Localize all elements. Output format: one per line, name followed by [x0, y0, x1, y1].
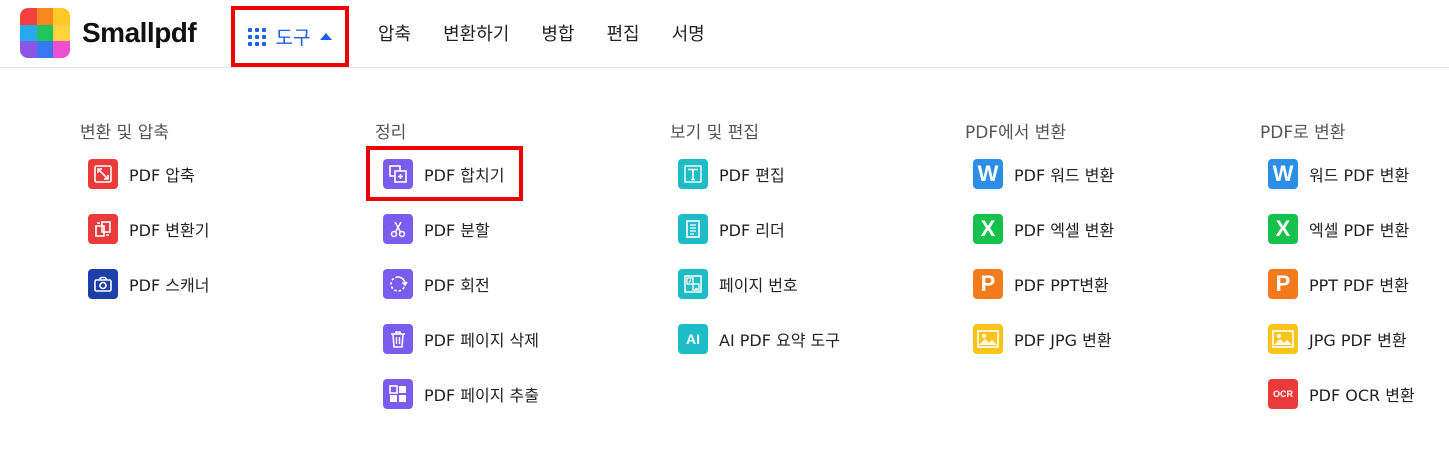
- word-icon-text: W: [1272, 161, 1294, 186]
- compress-icon: [88, 159, 118, 189]
- ppt-icon: P: [1268, 269, 1298, 299]
- image-icon: [1268, 324, 1298, 354]
- image-icon: [973, 324, 1003, 354]
- nav-merge[interactable]: 병합: [541, 20, 574, 46]
- tool-label: PDF 편집: [719, 166, 785, 185]
- column-title: 정리: [375, 123, 407, 143]
- tool-label: PDF JPG 변환: [1014, 331, 1112, 350]
- document-icon: [678, 214, 708, 244]
- tool-ai-pdf-summarizer[interactable]: AI AI PDF 요약 도구: [678, 324, 840, 354]
- smallpdf-logo[interactable]: Smallpdf: [20, 8, 197, 58]
- tool-label: PDF 분할: [424, 221, 490, 240]
- tool-pdf-to-jpg[interactable]: PDF JPG 변환: [973, 324, 1112, 354]
- top-navigation-bar: Smallpdf 도구 압축 변환하기 병합 편집 서명: [0, 0, 1449, 68]
- tool-label: PDF 엑셀 변환: [1014, 221, 1115, 240]
- tool-label: 페이지 번호: [719, 276, 798, 295]
- tool-label: JPG PDF 변환: [1309, 331, 1407, 350]
- rotate-icon: [383, 269, 413, 299]
- ai-icon-text: AI: [686, 331, 700, 347]
- tool-pdf-reader[interactable]: PDF 리더: [678, 214, 785, 244]
- text-edit-icon: [678, 159, 708, 189]
- tool-label: PPT PDF 변환: [1309, 276, 1409, 295]
- page-number-icon: [678, 269, 708, 299]
- column-title: PDF에서 변환: [965, 123, 1067, 143]
- tool-pdf-to-ppt[interactable]: P PDF PPT변환: [973, 269, 1109, 299]
- tool-label: PDF PPT변환: [1014, 276, 1109, 295]
- tool-word-to-pdf[interactable]: W 워드 PDF 변환: [1268, 159, 1409, 189]
- tool-pdf-rotate[interactable]: PDF 회전: [383, 269, 490, 299]
- tool-label: PDF 합치기: [424, 166, 505, 185]
- column-title: PDF로 변환: [1260, 123, 1346, 143]
- tool-jpg-to-pdf[interactable]: JPG PDF 변환: [1268, 324, 1407, 354]
- tool-pdf-to-excel[interactable]: X PDF 엑셀 변환: [973, 214, 1114, 244]
- column-view-edit: 보기 및 편집 PDF 편집 PDF 리더 페이지 번호 AI AI PDF 요…: [670, 118, 930, 354]
- nav-convert[interactable]: 변환하기: [443, 20, 509, 46]
- nav-sign[interactable]: 서명: [672, 20, 705, 46]
- word-icon: W: [973, 159, 1003, 189]
- tool-pdf-compress[interactable]: PDF 압축: [88, 159, 195, 189]
- tool-pdf-to-word[interactable]: W PDF 워드 변환: [973, 159, 1114, 189]
- logo-mark-icon: [20, 8, 70, 58]
- tool-page-numbers[interactable]: 페이지 번호: [678, 269, 798, 299]
- tool-label: 엑셀 PDF 변환: [1309, 221, 1410, 240]
- scissors-icon: [383, 214, 413, 244]
- column-title: 변환 및 압축: [80, 123, 170, 143]
- tool-label: PDF 리더: [719, 221, 785, 240]
- word-icon: W: [1268, 159, 1298, 189]
- ppt-icon-text: P: [980, 271, 996, 296]
- tool-label: PDF 회전: [424, 276, 490, 295]
- column-title: 보기 및 편집: [670, 123, 760, 143]
- tool-pdf-delete-pages[interactable]: PDF 페이지 삭제: [383, 324, 539, 354]
- ppt-icon: P: [973, 269, 1003, 299]
- trash-icon: [383, 324, 413, 354]
- tool-label: PDF 변환기: [129, 221, 210, 240]
- tool-pdf-edit[interactable]: PDF 편집: [678, 159, 785, 189]
- excel-icon: X: [1268, 214, 1298, 244]
- excel-icon-text: X: [1275, 216, 1291, 241]
- tool-pdf-scanner[interactable]: PDF 스캐너: [88, 269, 209, 299]
- ppt-icon-text: P: [1275, 271, 1291, 296]
- column-convert-from-pdf: PDF에서 변환 W PDF 워드 변환 X PDF 엑셀 변환 P PDF P…: [965, 118, 1225, 354]
- camera-icon: [88, 269, 118, 299]
- tool-ppt-to-pdf[interactable]: P PPT PDF 변환: [1268, 269, 1409, 299]
- tool-label: PDF 스캐너: [129, 276, 210, 295]
- brand-name: Smallpdf: [82, 17, 197, 48]
- tool-excel-to-pdf[interactable]: X 엑셀 PDF 변환: [1268, 214, 1409, 244]
- excel-icon-text: X: [980, 216, 996, 241]
- tool-label: 워드 PDF 변환: [1309, 166, 1410, 185]
- tool-label: PDF 압축: [129, 166, 195, 185]
- tool-pdf-merge[interactable]: PDF 합치기: [383, 159, 504, 189]
- merge-icon: [383, 159, 413, 189]
- column-convert-compress: 변환 및 압축 PDF 압축 PDF 변환기 PDF 스캐너: [80, 118, 340, 299]
- ocr-icon-text: OCR: [1273, 388, 1293, 399]
- tool-pdf-ocr[interactable]: OCR PDF OCR 변환: [1268, 379, 1415, 409]
- convert-icon: [88, 214, 118, 244]
- tool-label: PDF 페이지 삭제: [424, 331, 539, 350]
- caret-up-icon: [320, 33, 333, 40]
- nav-compress[interactable]: 압축: [378, 20, 411, 46]
- grid-dots-icon: [247, 27, 266, 46]
- tool-label: PDF OCR 변환: [1309, 386, 1415, 405]
- column-organize: 정리 PDF 합치기 PDF 분할 PDF 회전 PDF 페이지 삭제 PDF …: [375, 118, 635, 409]
- tool-pdf-converter[interactable]: PDF 변환기: [88, 214, 209, 244]
- excel-icon: X: [973, 214, 1003, 244]
- column-convert-to-pdf: PDF로 변환 W 워드 PDF 변환 X 엑셀 PDF 변환 P PPT PD…: [1260, 118, 1449, 409]
- tool-label: AI PDF 요약 도구: [719, 331, 840, 350]
- tools-menu-button[interactable]: 도구: [231, 6, 349, 67]
- tools-menu-label: 도구: [275, 27, 311, 49]
- main-nav: 압축 변환하기 병합 편집 서명: [378, 20, 705, 46]
- word-icon-text: W: [977, 161, 999, 186]
- ocr-icon: OCR: [1268, 379, 1298, 409]
- tool-pdf-extract-pages[interactable]: PDF 페이지 추출: [383, 379, 539, 409]
- ai-icon: AI: [678, 324, 708, 354]
- extract-icon: [383, 379, 413, 409]
- tool-label: PDF 페이지 추출: [424, 386, 539, 405]
- tool-pdf-split[interactable]: PDF 분할: [383, 214, 490, 244]
- nav-edit[interactable]: 편집: [607, 20, 640, 46]
- tool-label: PDF 워드 변환: [1014, 166, 1115, 185]
